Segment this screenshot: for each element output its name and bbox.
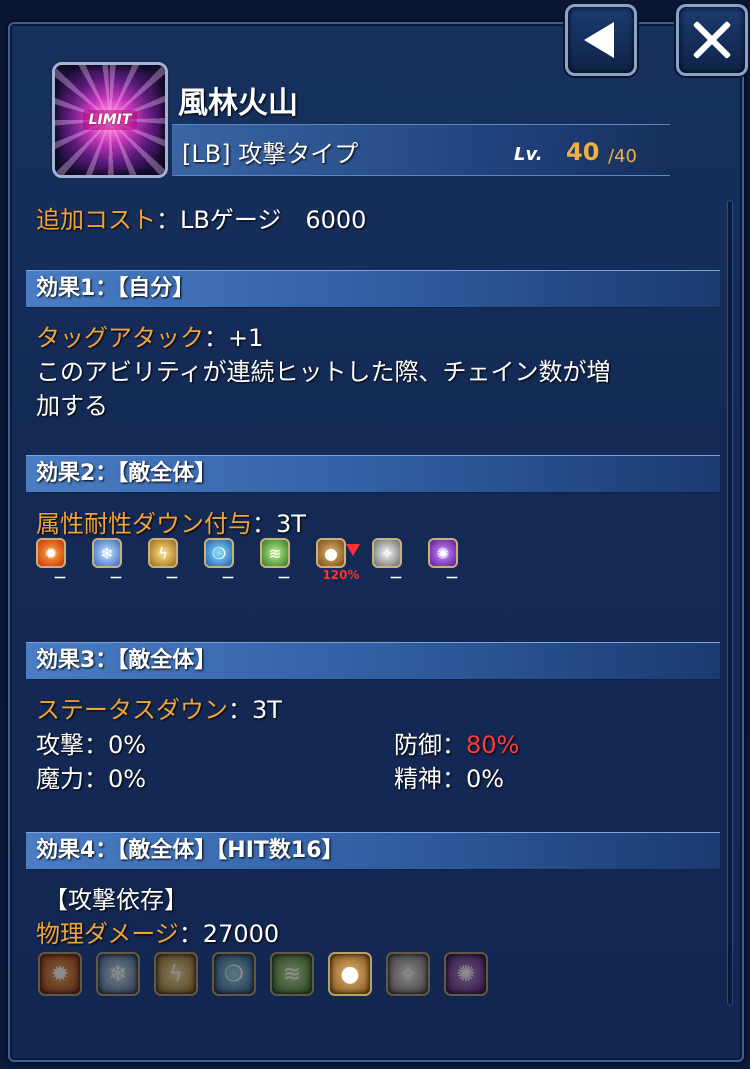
- element-ice: ❄ －: [92, 538, 138, 592]
- dark-icon: ✺: [444, 952, 488, 996]
- effect3-header: 効果3：【敵全体】: [26, 642, 720, 680]
- thunder-icon: ϟ: [148, 538, 178, 568]
- cost-row: 追加コスト：LBゲージ 6000: [36, 200, 366, 235]
- close-button[interactable]: [676, 4, 748, 76]
- stat-atk: 攻撃：0%: [36, 731, 147, 759]
- element-wind: ≋ －: [260, 538, 306, 592]
- effect4-header: 効果4：【敵全体】【HIT数16】: [26, 832, 720, 870]
- cost-value: ：LBゲージ 6000: [156, 206, 367, 234]
- ability-icon: LIMIT: [52, 62, 168, 178]
- water-icon: ❍: [212, 952, 256, 996]
- element-fire: ✹ －: [36, 538, 82, 592]
- damage-element-list: ✹ ❄ ϟ ❍ ≋ ● ✧ ✺: [38, 952, 488, 996]
- effect1-desc-line1: このアビリティが連続ヒットした際、チェイン数が増: [36, 358, 611, 386]
- ice-icon: ❄: [96, 952, 140, 996]
- level-current: 40: [566, 138, 600, 166]
- cost-label: 追加コスト: [36, 206, 156, 234]
- down-arrow-icon: [346, 544, 360, 556]
- ability-type: [LB] 攻撃タイプ: [182, 140, 359, 168]
- close-icon: [692, 20, 732, 60]
- effect1-header: 効果1：【自分】: [26, 270, 720, 308]
- level-label: Lv.: [514, 144, 543, 165]
- effect4-name: 物理ダメージ: [36, 920, 179, 948]
- effect1-value: ：+1: [204, 324, 264, 352]
- earth-icon: ●: [316, 538, 346, 568]
- dark-icon: ✺: [428, 538, 458, 568]
- earth-icon: ●: [328, 952, 372, 996]
- element-resist-list: ✹ － ❄ － ϟ － ❍ － ≋ － ● 120% ✧ － ✺ －: [36, 538, 474, 592]
- element-dark: ✺ －: [428, 538, 474, 592]
- fire-icon: ✹: [36, 538, 66, 568]
- ability-name: 風林火山: [178, 86, 298, 121]
- light-icon: ✧: [386, 952, 430, 996]
- stat-def: 防御：80%: [394, 731, 520, 759]
- element-light: ✧ －: [372, 538, 418, 592]
- element-water: ❍ －: [204, 538, 250, 592]
- wind-icon: ≋: [270, 952, 314, 996]
- level-max: /40: [608, 146, 637, 167]
- back-arrow-icon: [584, 22, 614, 58]
- stat-spr: 精神：0%: [394, 765, 505, 793]
- stat-def-value: 80%: [466, 731, 520, 759]
- effect4-value: ：27000: [178, 920, 280, 948]
- effect3-row: ステータスダウン：3T: [36, 690, 282, 725]
- thunder-icon: ϟ: [154, 952, 198, 996]
- fire-icon: ✹: [38, 952, 82, 996]
- effect2-name: 属性耐性ダウン付与: [36, 510, 252, 538]
- ice-icon: ❄: [92, 538, 122, 568]
- effect3-value: ：3T: [228, 696, 282, 724]
- light-icon: ✧: [372, 538, 402, 568]
- wind-icon: ≋: [260, 538, 290, 568]
- effect4-sub: 【攻撃依存】: [44, 886, 188, 914]
- effect1-row: タッグアタック：+1: [36, 318, 263, 353]
- back-button[interactable]: [565, 4, 637, 76]
- water-icon: ❍: [204, 538, 234, 568]
- effect2-row: 属性耐性ダウン付与：3T: [36, 504, 306, 539]
- effect1-desc-line2: 加する: [36, 392, 108, 420]
- effect4-row: 物理ダメージ：27000: [36, 914, 279, 949]
- effect2-header: 効果2：【敵全体】: [26, 455, 720, 493]
- element-thunder: ϟ －: [148, 538, 194, 592]
- effect2-value: ：3T: [252, 510, 306, 538]
- stat-mag: 魔力：0%: [36, 765, 147, 793]
- scrollbar[interactable]: [727, 200, 733, 1006]
- element-earth: ● 120%: [316, 538, 362, 592]
- effect1-name: タッグアタック: [36, 324, 204, 352]
- limit-icon-label: LIMIT: [82, 110, 138, 130]
- effect3-name: ステータスダウン: [36, 696, 228, 724]
